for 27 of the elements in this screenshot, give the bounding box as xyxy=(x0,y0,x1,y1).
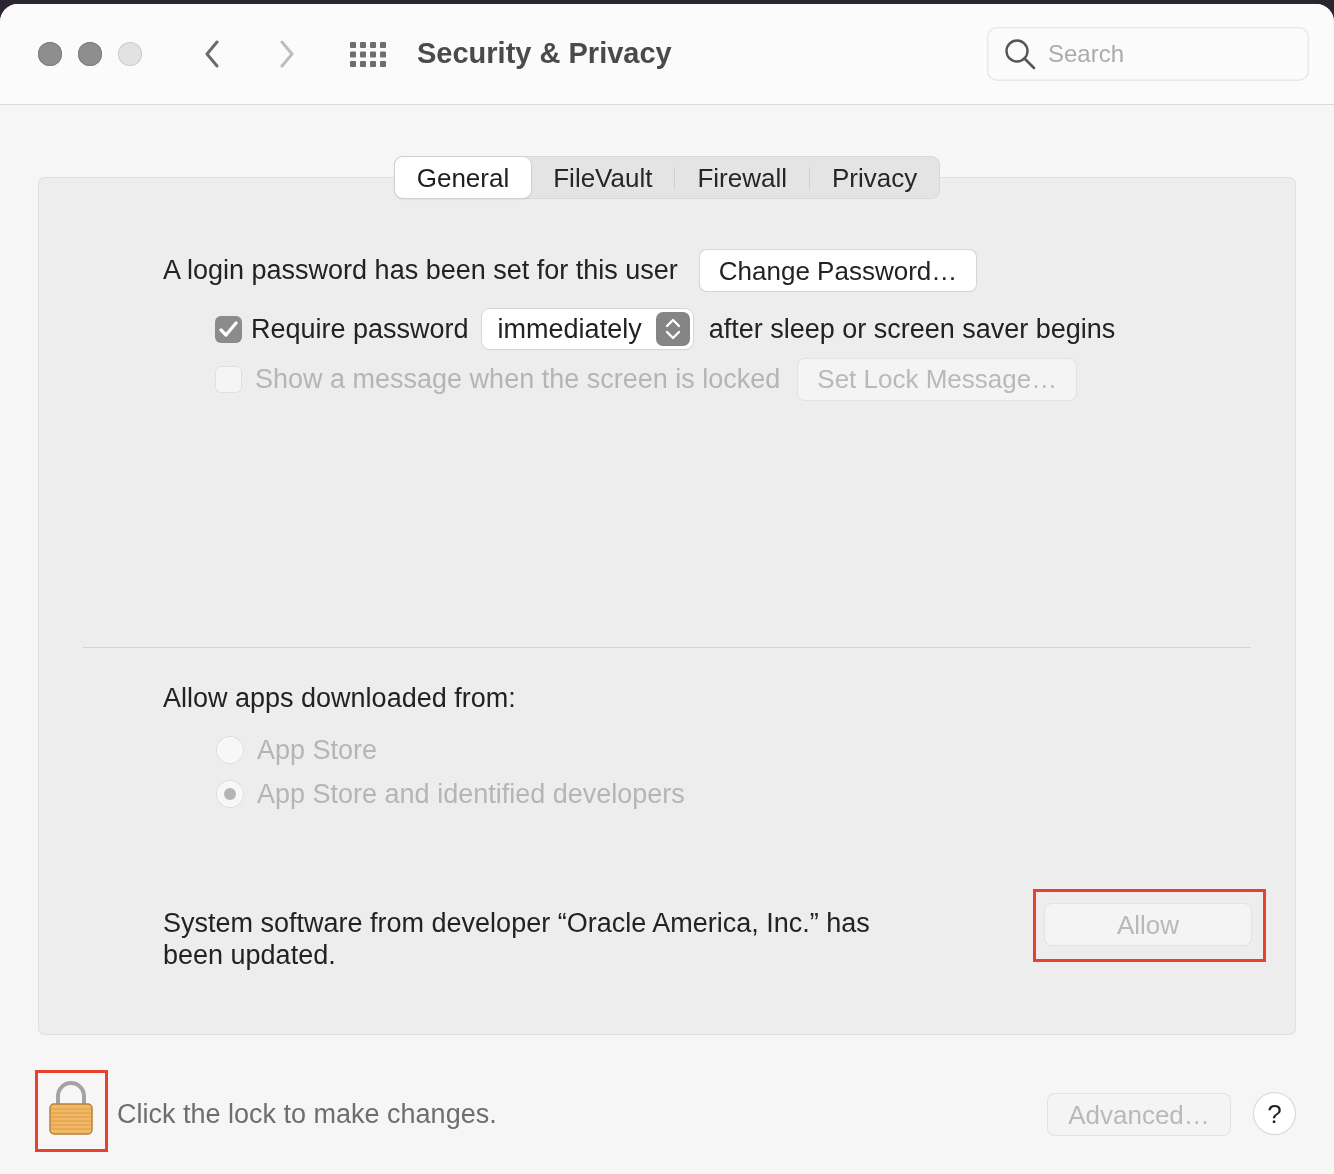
require-password-suffix-text: after sleep or screen saver begins xyxy=(708,312,1116,346)
minimize-button[interactable] xyxy=(78,42,102,66)
delay-popup-button[interactable]: immediately xyxy=(481,309,693,349)
search-icon xyxy=(1004,38,1036,70)
search-field[interactable]: Search xyxy=(987,27,1309,81)
close-button[interactable] xyxy=(38,42,62,66)
help-button[interactable]: ? xyxy=(1254,1093,1295,1134)
stepper-icon xyxy=(655,312,690,346)
tab[interactable]: Firewall xyxy=(675,157,810,198)
zoom-button[interactable] xyxy=(118,42,142,66)
system-software-message: System software from developer “Oracle America, Inc.” has been updated. xyxy=(163,907,871,971)
checkbox-label: Show a message when the screen is locked xyxy=(255,362,781,396)
gatekeeper-heading: Allow apps downloaded from: xyxy=(163,683,516,713)
change-password-button[interactable]: Change Password… xyxy=(699,250,977,291)
tab[interactable]: General xyxy=(394,157,532,198)
password-status-text: A login password has been set for this user xyxy=(163,254,678,288)
back-chevron-icon[interactable] xyxy=(204,40,220,68)
tab[interactable]: Privacy xyxy=(810,157,940,198)
padlock-icon[interactable] xyxy=(48,1080,94,1135)
window-title: Security & Privacy xyxy=(417,36,672,72)
radio-label: App Store xyxy=(257,733,378,767)
tab[interactable]: FileVault xyxy=(531,157,675,198)
lock-hint-text: Click the lock to make changes. xyxy=(117,1098,497,1132)
radio-label: App Store and identified developers xyxy=(257,777,685,811)
checkbox-label: Require password xyxy=(251,312,469,346)
checkbox[interactable] xyxy=(215,315,242,343)
grid-icon[interactable] xyxy=(350,41,386,67)
